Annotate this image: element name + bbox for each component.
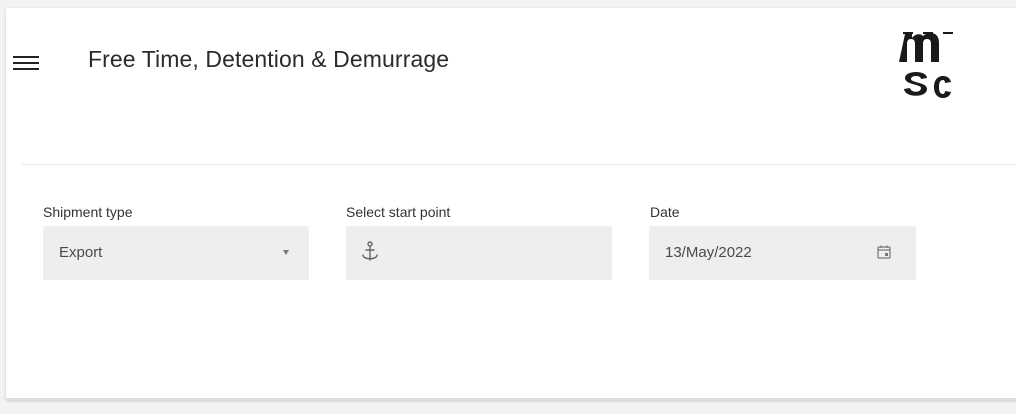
date-label: Date [650,204,680,220]
date-value: 13/May/2022 [665,244,752,261]
date-input[interactable]: 13/May/2022 [649,226,916,280]
shipment-type-value: Export [59,244,103,261]
shipment-type-select[interactable]: Export [43,226,309,280]
calendar-icon[interactable] [876,244,892,260]
page-card: Free Time, Detention & Demurrage Shipmen… [6,8,1016,400]
caret-down-icon [283,250,289,255]
start-point-input[interactable] [346,226,612,280]
hamburger-menu-icon[interactable] [13,54,39,72]
shipment-type-label: Shipment type [43,204,133,220]
start-point-label: Select start point [346,204,451,220]
page-title: Free Time, Detention & Demurrage [88,46,450,72]
card-bottom-border [6,398,1016,400]
page-header: Free Time, Detention & Demurrage [6,8,1016,118]
msc-logo [899,32,953,98]
anchor-icon [362,241,378,261]
header-divider [22,164,1016,165]
